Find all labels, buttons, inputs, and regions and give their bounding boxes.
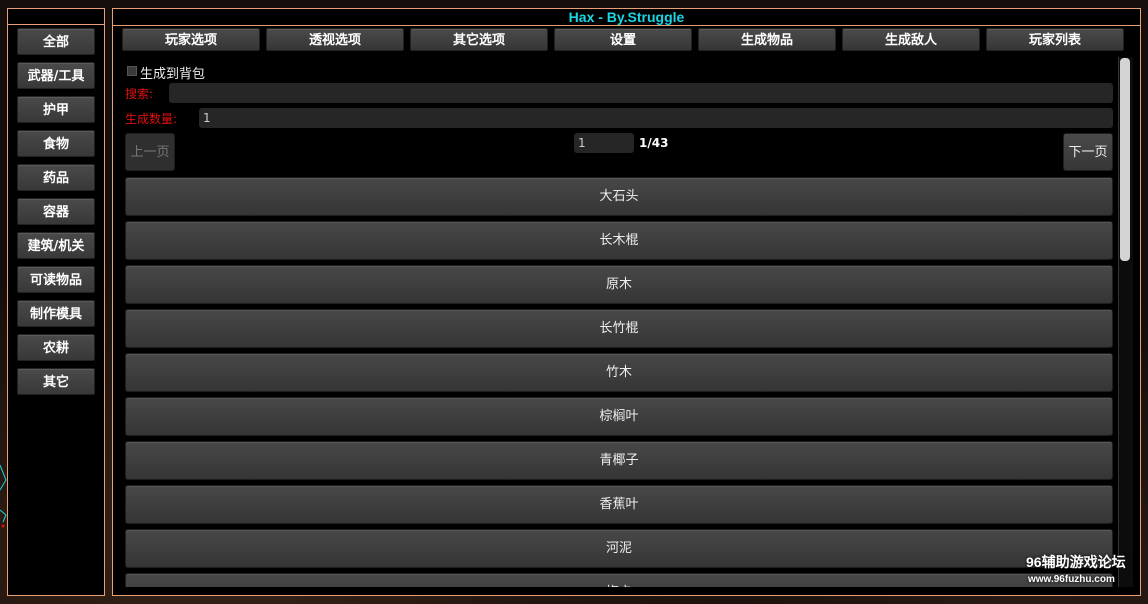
category-button[interactable]: 护甲	[17, 96, 95, 123]
category-button[interactable]: 制作模具	[17, 300, 95, 327]
item-list: 大石头长木棍原木长竹棍竹木棕榈叶青椰子香蕉叶河泥梅卡	[113, 9, 1140, 587]
spawn-item-button[interactable]: 长竹棍	[125, 309, 1113, 348]
spawn-item-button[interactable]: 棕榈叶	[125, 397, 1113, 436]
spawn-item-button[interactable]: 竹木	[125, 353, 1113, 392]
category-button[interactable]: 药品	[17, 164, 95, 191]
category-button[interactable]: 全部	[17, 28, 95, 55]
category-button[interactable]: 食物	[17, 130, 95, 157]
spawn-item-button[interactable]: 河泥	[125, 529, 1113, 568]
category-panel: 全部武器/工具护甲食物药品容器建筑/机关可读物品制作模具农耕其它	[7, 8, 105, 596]
category-button[interactable]: 武器/工具	[17, 62, 95, 89]
spawn-item-button[interactable]: 梅卡	[125, 573, 1113, 587]
scrollbar-thumb[interactable]	[1120, 58, 1130, 261]
spawn-item-button[interactable]: 香蕉叶	[125, 485, 1113, 524]
watermark-title: 96辅助游戏论坛	[1026, 554, 1126, 570]
spawn-item-button[interactable]: 青椰子	[125, 441, 1113, 480]
game-hud-fragment	[0, 460, 7, 530]
spawn-item-button[interactable]: 长木棍	[125, 221, 1113, 260]
spawn-item-button[interactable]: 大石头	[125, 177, 1113, 216]
category-button[interactable]: 农耕	[17, 334, 95, 361]
category-button[interactable]: 可读物品	[17, 266, 95, 293]
main-window: Hax - By.Struggle 玩家选项 透视选项 其它选项 设置 生成物品 生成敌人…	[112, 8, 1141, 596]
category-panel-header	[8, 9, 104, 25]
category-button[interactable]: 建筑/机关	[17, 232, 95, 259]
category-button[interactable]: 其它	[17, 368, 95, 395]
spawn-item-button[interactable]: 原木	[125, 265, 1113, 304]
category-button[interactable]: 容器	[17, 198, 95, 225]
watermark-url: www.96fuzhu.com	[1028, 574, 1115, 585]
